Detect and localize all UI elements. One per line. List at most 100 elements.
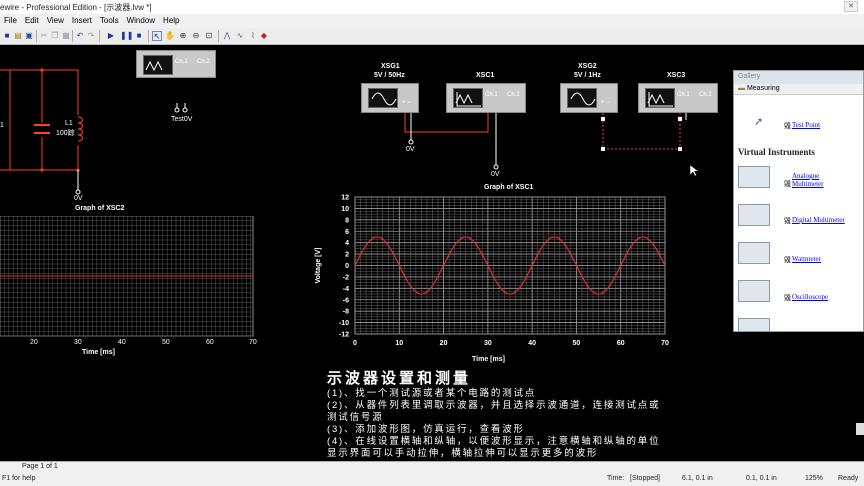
x-tick-label: 50 [573,340,581,347]
inductor-name: L1 [65,120,73,127]
menu-bar: File Edit View Insert Tools Window Help [0,14,864,28]
y-tick-label: -6 [343,297,349,304]
ch2-label: Ch.2 [197,59,210,65]
ch1-label: Ch.1 [175,59,188,65]
pan-icon[interactable]: ✋ [165,31,175,41]
menu-window[interactable]: Window [123,14,159,28]
x-tick-label: 20 [440,340,448,347]
component-icon[interactable]: ◆ [259,31,269,41]
close-icon[interactable]: ✕ [844,1,858,12]
y-tick-label: -10 [339,320,349,327]
ground-label-left: 0V [74,195,83,202]
graph-icon[interactable]: ⋀ [222,31,232,41]
plus-minus: + − [402,100,411,106]
window-title: ewire - Professional Edition - [示波器.lvw … [0,3,152,12]
xsg2-name: XSG2 [578,63,597,70]
gallery-title: Gallery [734,71,863,84]
undo-icon[interactable]: ↶ [75,31,85,41]
plus-minus: + − [601,100,610,106]
menu-edit[interactable]: Edit [21,14,43,28]
waveform-icon[interactable]: ∿ [235,31,245,41]
menu-insert[interactable]: Insert [68,14,96,28]
generator-xsg2[interactable]: + − [560,83,618,113]
save-icon[interactable]: ▣ [24,31,34,41]
graph-xsc2-xlabel: Time [ms] [82,349,115,356]
scope-screen [645,88,675,108]
digital-multimeter-icon [738,204,770,226]
scope-screen [143,55,173,75]
size-value: 0.1, 0.1 in [746,475,777,482]
x-tick: 40 [118,339,126,346]
test-label: Test0V [171,116,193,123]
scope-xsc2[interactable]: Ch.1 Ch.2 [136,50,216,78]
probe-icon[interactable]: ⌇ [248,31,258,41]
state-value: Ready [838,475,859,482]
y-tick-label: 12 [341,195,349,202]
copy-icon[interactable]: ❐ [50,31,60,41]
coords-value: 6.1, 0.1 in [682,475,713,482]
notes-line: 显示界面可以手动拉伸，横轴拉伸可以显示更多的波形 [327,448,599,459]
menu-tools[interactable]: Tools [96,14,123,28]
paste-icon[interactable]: ▦ [61,31,71,41]
menu-view[interactable]: View [43,14,68,28]
item-prefix: 毁 [784,218,791,225]
zoom-area-icon[interactable]: ⊡ [204,31,214,41]
scope-screen [453,88,483,108]
help-text: F1 for help [2,475,36,482]
x-tick-label: 60 [617,340,625,347]
stop-icon[interactable]: ■ [134,31,144,41]
next-instrument-icon [738,318,770,332]
xsg2-setting: 5V / 1Hz [574,72,601,79]
menu-help[interactable]: Help [159,14,183,28]
graph-xsc2-title: Graph of XSC2 [75,205,125,212]
gallery-item-test-point[interactable]: Test Point [792,121,820,129]
notes-line: (4)、在线设置横轴和纵轴，以便波形显示，注意横轴和纵轴的单位 [327,436,661,447]
scope-xsc3[interactable]: Ch.1 Ch.2 [638,83,718,113]
scope-xsc1[interactable]: Ch.1 Ch.2 [446,83,526,113]
play-icon[interactable]: ▶ [106,31,116,41]
gallery-item-analogue-multimeter[interactable]: Analogue Multimeter [792,172,852,188]
item-prefix: 毁 [784,181,791,188]
ground-label-xsg1: 0V [406,146,415,153]
zoom-value: 125% [805,475,823,482]
y-tick-label: 10 [341,206,349,213]
y-tick-label: -12 [339,332,349,339]
inductor-value: 100踪 [56,130,75,137]
x-tick-label: 10 [395,340,403,347]
gallery-item-oscilloscope[interactable]: Oscilloscope [792,293,828,301]
y-tick-label: 2 [345,252,349,259]
zoom-out-icon[interactable]: ⊖ [191,31,201,41]
notes-line: (2)、从器件列表里调取示波器，并且选择示波通道，连接测试点或 [327,400,661,411]
generator-xsg1[interactable]: + − [361,83,419,113]
gallery-panel: Gallery ▬ Measuring ➚ 毁 Test Point Virtu… [733,70,864,332]
toolbar: ■ ▤ ▣ ✂ ❐ ▦ ↶ ↷ ▶ ❚❚ ■ ↖ ✋ ⊕ ⊖ ⊡ ⋀ ∿ ⌇ ◆ [0,28,864,45]
open-icon[interactable]: ▤ [13,31,23,41]
menu-file[interactable]: File [0,14,21,28]
title-bar: ewire - Professional Edition - [示波器.lvw … [0,0,864,14]
ch1-label: Ch.1 [485,92,498,98]
xsg1-setting: 5V / 50Hz [374,72,405,79]
x-tick-label: 40 [528,340,536,347]
graph-xsc1-xlabel: Time [ms] [472,356,505,363]
gallery-tab-measuring[interactable]: ▬ Measuring [734,84,863,95]
generator-screen [368,88,398,108]
notes-block: 示波器设置和测量 (1)、找一个测试源或者某个电路的测试点 (2)、从器件列表里… [327,367,660,460]
graph-xsc1[interactable]: 0 10 20 30 40 50 60 70121086420-2-4-6-8-10-12Vo… [300,193,680,373]
gallery-item-wattmeter[interactable]: Wattmeter [792,255,821,263]
redo-icon[interactable]: ↷ [86,31,96,41]
pause-icon[interactable]: ❚❚ [120,31,133,41]
ground-label-xsc1: 0V [491,171,500,178]
item-prefix: 毁 [784,257,791,264]
gallery-section-title: Virtual Instruments [738,147,815,157]
scrollbar-thumb[interactable] [856,423,864,435]
x-tick-label: 30 [484,340,492,347]
graph-xsc1-title: Graph of XSC1 [484,184,534,191]
new-icon[interactable]: ■ [2,31,12,41]
x-tick-label: 0 [353,340,357,347]
select-icon[interactable]: ↖ [152,31,162,41]
ch2-label: Ch.2 [507,92,520,98]
gallery-item-digital-multimeter[interactable]: Digital Multimeter [792,216,845,224]
graph-xsc2[interactable] [0,216,270,356]
zoom-in-icon[interactable]: ⊕ [178,31,188,41]
cut-icon[interactable]: ✂ [39,31,49,41]
